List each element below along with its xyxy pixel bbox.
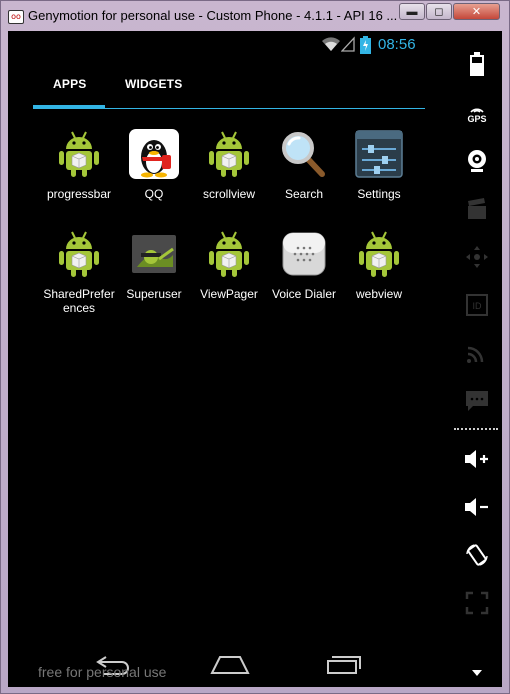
navigation-bar: free for personal use — [8, 641, 452, 687]
genymotion-sidebar: GPS ID — [452, 31, 502, 687]
tab-selected-indicator — [33, 105, 105, 109]
app-label: webview — [355, 287, 403, 301]
settings-sliders-icon — [354, 129, 404, 179]
volume-up-icon[interactable] — [452, 441, 502, 477]
status-bar: 08:56 — [8, 31, 452, 59]
recent-apps-icon[interactable] — [326, 653, 362, 680]
sms-icon[interactable] — [452, 383, 502, 419]
window-title: Genymotion for personal use - Custom Pho… — [28, 8, 398, 23]
gps-label: GPS — [467, 114, 487, 124]
video-capture-icon[interactable] — [452, 191, 502, 227]
id-icon[interactable]: ID — [452, 287, 502, 323]
cast-icon[interactable] — [452, 335, 502, 371]
svg-text:ID: ID — [473, 301, 483, 311]
android-robot-icon — [354, 229, 404, 279]
android-robot-icon — [204, 129, 254, 179]
rotate-icon[interactable] — [452, 537, 502, 573]
volume-down-icon[interactable] — [452, 489, 502, 525]
android-robot-icon — [54, 229, 104, 279]
android-screen[interactable]: 08:56 APPS WIDGETS progressbar QQ scroll… — [8, 31, 452, 687]
dpad-icon[interactable] — [452, 239, 502, 275]
tab-apps[interactable]: APPS — [53, 77, 86, 91]
superuser-android-icon — [129, 229, 179, 279]
sidebar-divider — [454, 428, 498, 430]
fullscreen-icon[interactable] — [452, 585, 502, 621]
genymotion-logo-icon: oo — [8, 10, 24, 24]
android-robot-icon — [54, 129, 104, 179]
minimize-button[interactable]: ▬ — [399, 3, 425, 20]
status-clock: 08:56 — [378, 36, 416, 53]
launcher-tabs: APPS WIDGETS — [33, 75, 425, 111]
scroll-down-icon[interactable] — [452, 663, 502, 683]
battery-icon[interactable] — [452, 46, 502, 82]
android-robot-icon — [204, 229, 254, 279]
magnifier-icon — [279, 129, 329, 179]
home-icon[interactable] — [210, 653, 250, 680]
app-label: Settings — [357, 187, 401, 201]
genymotion-window: oo Genymotion for personal use - Custom … — [0, 0, 510, 694]
wifi-icon — [321, 36, 341, 57]
battery-charging-icon — [360, 36, 371, 59]
close-button[interactable]: ✕ — [453, 3, 500, 20]
voice-dialer-icon — [279, 229, 329, 279]
webcam-icon[interactable] — [452, 143, 502, 179]
tab-widgets[interactable]: WIDGETS — [125, 77, 182, 91]
maximize-button[interactable]: ◻ — [426, 3, 452, 20]
signal-icon — [340, 36, 355, 57]
qq-penguin-icon — [129, 129, 179, 179]
gps-icon[interactable]: GPS — [452, 96, 502, 132]
title-bar[interactable]: oo Genymotion for personal use - Custom … — [1, 1, 509, 31]
watermark-text: free for personal use — [38, 664, 167, 680]
